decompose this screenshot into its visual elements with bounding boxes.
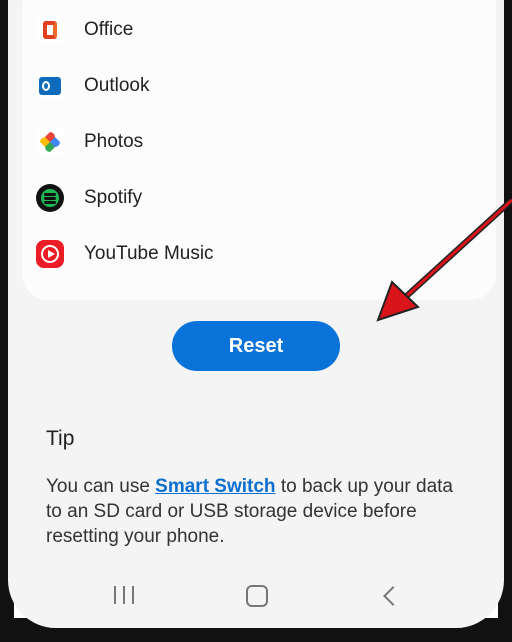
back-icon[interactable] xyxy=(383,586,403,606)
home-icon[interactable] xyxy=(246,585,268,607)
tip-title: Tip xyxy=(46,427,75,450)
app-item-outlook[interactable]: Outlook xyxy=(36,66,416,106)
spotify-icon xyxy=(36,184,64,212)
recent-apps-icon[interactable] xyxy=(114,586,134,606)
tip-text: You can use Smart Switch to back up your… xyxy=(46,474,466,549)
photos-icon xyxy=(36,128,64,156)
reset-button[interactable]: Reset xyxy=(172,321,340,371)
app-label: Photos xyxy=(84,131,144,152)
app-label: Office xyxy=(84,19,134,40)
outlook-icon xyxy=(36,72,64,100)
app-label: YouTube Music xyxy=(84,243,214,264)
app-label: Spotify xyxy=(84,187,143,208)
tip-text-before: You can use xyxy=(46,476,156,497)
smart-switch-link[interactable]: Smart Switch xyxy=(155,476,275,497)
app-item-photos[interactable]: Photos xyxy=(36,122,416,162)
app-item-spotify[interactable]: Spotify xyxy=(36,178,416,218)
app-label: Outlook xyxy=(84,75,150,96)
office-icon xyxy=(36,16,64,44)
app-item-office[interactable]: Office xyxy=(36,10,416,50)
app-item-youtube-music[interactable]: YouTube Music xyxy=(36,234,416,274)
phone-screen: Office Outlook Photos Spotify YouTube Mu… xyxy=(8,0,504,628)
youtube-music-icon xyxy=(36,240,64,268)
